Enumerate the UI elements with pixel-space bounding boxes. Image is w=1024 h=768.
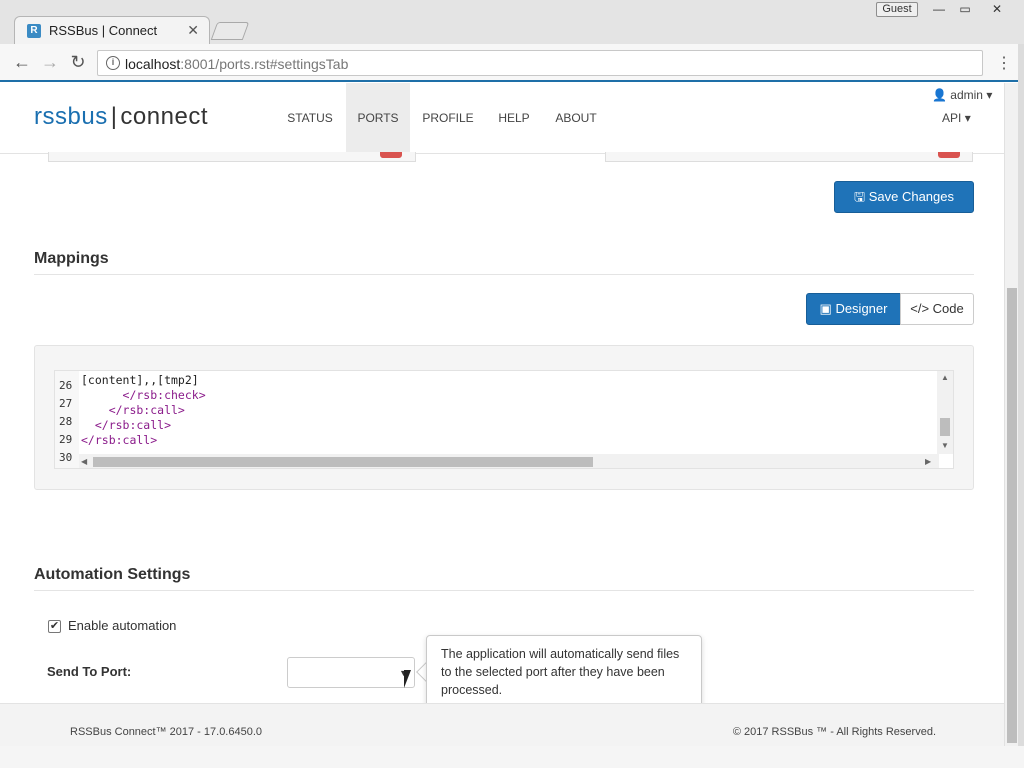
window-frame-bottom — [0, 746, 1024, 768]
user-menu[interactable]: 👤 admin ▾ — [932, 88, 992, 102]
image-icon: ▣ — [819, 301, 832, 316]
address-bar[interactable]: i localhost:8001/ports.rst#settingsTab — [97, 50, 983, 76]
partial-field-right — [605, 152, 973, 162]
logo[interactable]: rssbus | connect — [34, 103, 208, 131]
window-frame — [1018, 44, 1024, 768]
info-icon[interactable]: i — [106, 56, 120, 70]
mappings-title: Mappings — [34, 250, 109, 267]
scroll-down-icon[interactable]: ▼ — [941, 441, 949, 450]
maximize-icon[interactable]: ▭ — [952, 2, 978, 17]
help-tooltip: The application will automatically send … — [426, 635, 702, 710]
forward-icon[interactable]: → — [38, 52, 62, 73]
browser-tab[interactable]: R RSSBus | Connect ✕ — [14, 16, 210, 46]
code-line: [content],,[tmp2] — [81, 373, 199, 387]
editor-horizontal-scrollbar[interactable]: ◀ ▶ — [79, 454, 939, 468]
page-scroll-thumb[interactable] — [1007, 288, 1017, 743]
save-icon: 🖫 — [854, 189, 866, 204]
line-number: 30 — [59, 451, 73, 464]
code-toggle-button[interactable]: </> Code — [900, 293, 974, 325]
mouse-cursor-icon — [404, 670, 411, 688]
new-tab-button[interactable] — [210, 22, 250, 40]
enable-automation-checkbox[interactable]: ✔ — [48, 620, 61, 633]
nav-help[interactable]: HELP — [488, 83, 540, 153]
tab-title: RSSBus | Connect — [49, 23, 158, 38]
page-scrollbar[interactable] — [1004, 83, 1018, 746]
close-tab-icon[interactable]: ✕ — [187, 22, 199, 39]
user-icon: 👤 — [932, 88, 947, 102]
title-bar: R RSSBus | Connect ✕ Guest — ▭ ✕ — [0, 0, 1024, 46]
editor-vertical-scrollbar[interactable]: ▲ ▼ — [937, 371, 953, 454]
scroll-up-icon[interactable]: ▲ — [941, 373, 949, 382]
app-header: rssbus | connect STATUS PORTS PROFILE HELP… — [0, 83, 1004, 154]
code-editor[interactable]: 26 27 28 29 30 [content],,[tmp2] </rsb:c… — [54, 370, 954, 469]
partial-field-left — [48, 152, 416, 162]
user-name: admin — [950, 88, 983, 102]
rssbus-favicon-icon: R — [27, 24, 41, 38]
code-line: </rsb:call> — [81, 403, 185, 417]
partial-remove-button-right[interactable] — [938, 152, 960, 158]
line-gutter: 26 27 28 29 30 — [55, 371, 79, 468]
send-to-port-select[interactable]: ▼ — [287, 657, 415, 688]
line-number: 28 — [59, 415, 73, 428]
code-line: </rsb:call> — [81, 418, 172, 432]
browser-chrome: R RSSBus | Connect ✕ Guest — ▭ ✕ ← → ↻ i… — [0, 0, 1024, 82]
browser-menu-icon[interactable]: ⋮ — [996, 53, 1012, 73]
nav-ports[interactable]: PORTS — [346, 83, 410, 153]
code-line: </rsb:call> — [81, 433, 158, 447]
footer: RSSBus Connect™ 2017 - 17.0.6450.0 © 201… — [0, 703, 1004, 746]
divider — [34, 274, 974, 275]
footer-copyright: © 2017 RSSBus ™ - All Rights Reserved. — [732, 726, 936, 738]
editor-vertical-thumb[interactable] — [940, 418, 950, 436]
url-text: localhost:8001/ports.rst#settingsTab — [125, 56, 349, 72]
line-number: 29 — [59, 433, 73, 446]
send-to-port-label: Send To Port: — [47, 664, 132, 679]
profile-badge[interactable]: Guest — [876, 2, 918, 17]
nav-about[interactable]: ABOUT — [548, 83, 604, 153]
designer-toggle-button[interactable]: ▣ Designer — [806, 293, 901, 325]
scroll-left-icon[interactable]: ◀ — [81, 457, 87, 466]
automation-title: Automation Settings — [34, 566, 191, 583]
divider — [34, 590, 974, 591]
address-row: ← → ↻ i localhost:8001/ports.rst#setting… — [0, 44, 1024, 82]
reload-icon[interactable]: ↻ — [66, 52, 90, 73]
api-menu[interactable]: API ▾ — [942, 111, 971, 125]
nav-profile[interactable]: PROFILE — [416, 83, 480, 153]
nav-status[interactable]: STATUS — [278, 83, 342, 153]
editor-horizontal-thumb[interactable] — [93, 457, 593, 467]
line-number: 27 — [59, 397, 73, 410]
caret-down-icon: ▾ — [964, 111, 971, 125]
minimize-icon[interactable]: — — [926, 2, 952, 17]
caret-down-icon: ▾ — [986, 88, 993, 102]
line-number: 26 — [59, 379, 73, 392]
enable-automation-label[interactable]: Enable automation — [68, 618, 176, 633]
partial-remove-button-left[interactable] — [380, 152, 402, 158]
back-icon[interactable]: ← — [10, 52, 34, 73]
close-window-icon[interactable]: ✕ — [984, 2, 1010, 17]
code-line: </rsb:check> — [81, 388, 206, 402]
footer-version: RSSBus Connect™ 2017 - 17.0.6450.0 — [70, 726, 263, 738]
save-changes-button[interactable]: 🖫 Save Changes — [834, 181, 974, 213]
scroll-right-icon[interactable]: ▶ — [925, 457, 931, 466]
code-icon: </> — [910, 301, 930, 316]
